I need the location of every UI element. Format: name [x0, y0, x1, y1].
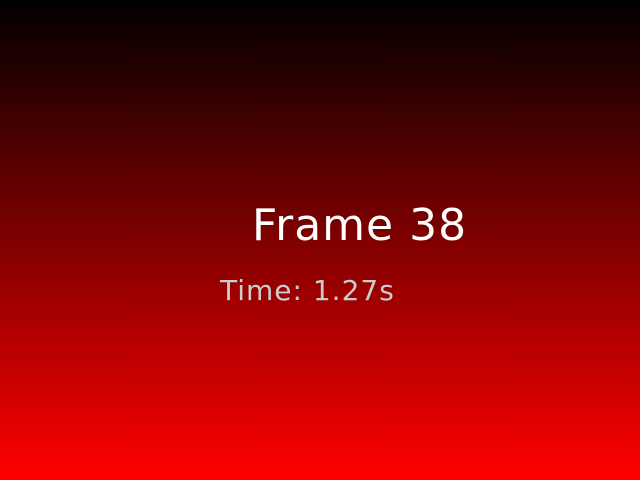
- render-canvas: Frame 38 Time: 1.27s: [0, 0, 640, 480]
- elapsed-time-label: Time: 1.27s: [220, 274, 395, 307]
- frame-counter-label: Frame 38: [252, 200, 468, 251]
